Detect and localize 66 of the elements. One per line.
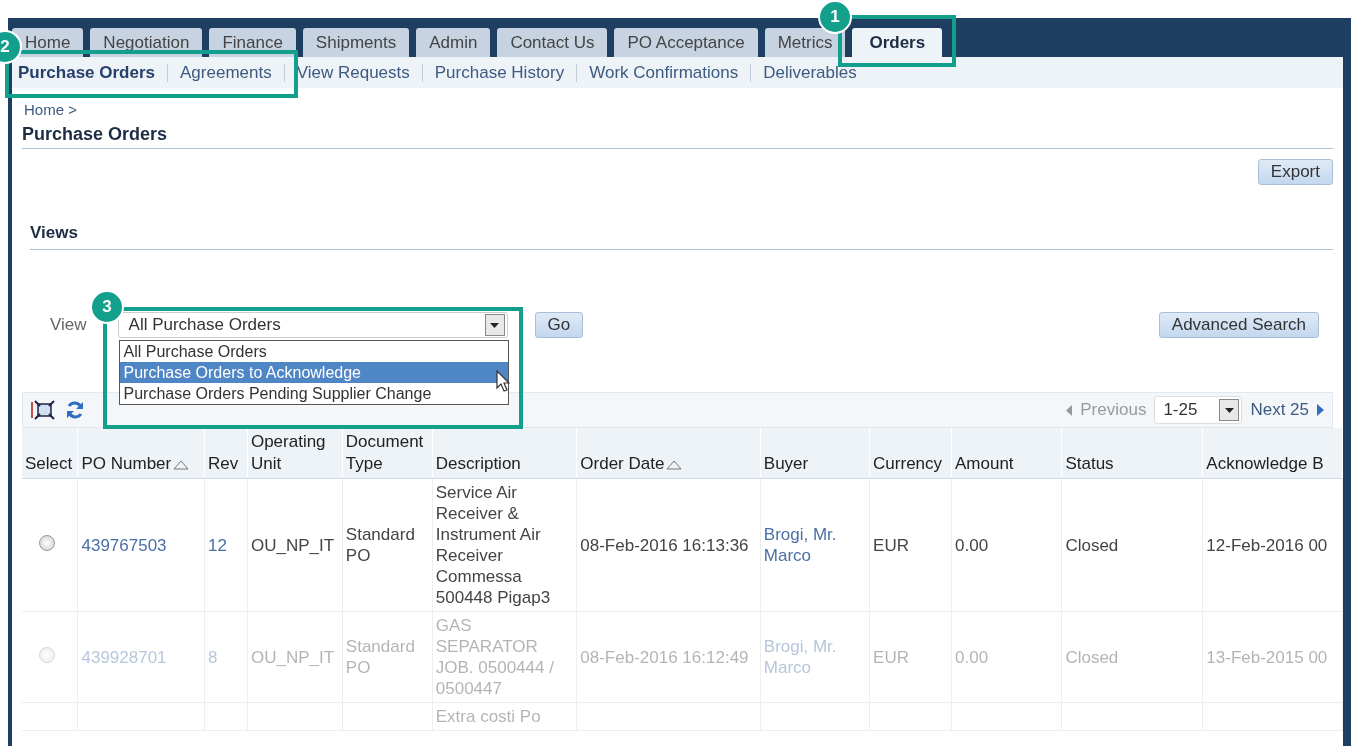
view-select[interactable]: All Purchase Orders bbox=[117, 312, 508, 338]
nav-tab[interactable]: Admin bbox=[416, 28, 491, 57]
advanced-search-button[interactable]: Advanced Search bbox=[1158, 312, 1319, 338]
column-header: Amount bbox=[951, 428, 1062, 479]
table-cell-text: GAS SEPARATOR JOB. 0500444 / 0500447 bbox=[435, 615, 555, 699]
column-header: Status bbox=[1061, 428, 1203, 479]
dropdown-arrow-icon bbox=[490, 322, 500, 328]
subtab-link[interactable]: Deliverables bbox=[763, 62, 857, 83]
breadcrumb-link[interactable]: Home > bbox=[24, 101, 77, 118]
column-header: Select bbox=[22, 428, 78, 479]
dropdown-option[interactable]: Purchase Orders to Acknowledge bbox=[119, 362, 508, 383]
table-cell-text: Service Air Receiver & Instrument Air Receiver Commessa 500448 Pigap3 bbox=[435, 482, 552, 608]
column-header: Document Type bbox=[342, 428, 433, 479]
column-header: Operating Unit bbox=[247, 428, 343, 479]
table-cell-text: Standard PO bbox=[345, 636, 416, 678]
next-link[interactable]: Next 25 bbox=[1250, 400, 1309, 420]
table-cell-text: Closed bbox=[1065, 534, 1120, 556]
table-cell-text: Standard PO bbox=[345, 524, 416, 566]
cell-link[interactable]: 439767503 bbox=[81, 534, 201, 556]
cell-link[interactable]: Brogi, Mr. Marco bbox=[763, 524, 867, 566]
table-cell-text: 08-Feb-2016 16:13:36 bbox=[580, 534, 750, 556]
column-header: Acknowledge B bbox=[1202, 428, 1343, 479]
table-cell-text: 0.00 bbox=[955, 534, 990, 556]
table-cell-text: 13-Feb-2015 00 bbox=[1206, 646, 1329, 668]
table-cell-text: Closed bbox=[1065, 646, 1120, 668]
table-cell-text: OU_NP_IT bbox=[250, 646, 336, 668]
dropdown-arrow-icon bbox=[1224, 407, 1234, 413]
step-badge: 1 bbox=[818, 0, 852, 34]
table-cell-text: 12-Feb-2016 00 bbox=[1206, 534, 1329, 556]
table-cell-text: 08-Feb-2016 16:12:49 bbox=[580, 646, 750, 668]
section-heading: Views bbox=[30, 223, 1333, 250]
page-heading: Purchase Orders bbox=[22, 124, 1333, 149]
nav-tab[interactable]: Orders bbox=[852, 28, 943, 58]
nav-tab[interactable]: PO Acceptance bbox=[614, 28, 758, 57]
column-header: Description bbox=[432, 428, 577, 479]
dropdown-option[interactable]: Purchase Orders Pending Supplier Change bbox=[119, 383, 508, 404]
sort-icon[interactable] bbox=[666, 460, 683, 470]
export-button[interactable]: Export bbox=[1257, 159, 1333, 185]
column-header: Currency bbox=[869, 428, 952, 479]
refresh-icon[interactable] bbox=[65, 400, 85, 420]
cell-link[interactable]: 12 bbox=[208, 534, 244, 556]
field-label: View bbox=[50, 315, 87, 335]
column-header: Rev bbox=[204, 428, 248, 479]
detach-icon[interactable] bbox=[31, 399, 57, 421]
previous-arrow-icon bbox=[1066, 404, 1073, 416]
table-cell-text: Extra costi Po bbox=[435, 706, 542, 727]
dropdown-option[interactable]: All Purchase Orders bbox=[119, 341, 508, 362]
range-select[interactable]: 1-25 bbox=[1154, 396, 1243, 424]
go-button[interactable]: Go bbox=[534, 312, 584, 338]
subtab-link[interactable]: Work Confirmations bbox=[589, 62, 739, 83]
subtab-link[interactable]: Purchase Orders bbox=[18, 62, 155, 83]
column-header[interactable]: PO Number bbox=[77, 428, 205, 479]
table-cell-text: OU_NP_IT bbox=[250, 534, 336, 556]
sort-icon[interactable] bbox=[173, 460, 190, 470]
table-cell-text: 0.00 bbox=[955, 646, 990, 668]
select-radio[interactable] bbox=[39, 534, 55, 551]
subtab-link[interactable]: Purchase History bbox=[434, 62, 565, 83]
nav-tab[interactable]: Contact Us bbox=[497, 28, 608, 57]
subtab-link[interactable]: View Requests bbox=[296, 62, 410, 83]
nav-tab[interactable]: Shipments bbox=[302, 28, 410, 57]
column-header: Buyer bbox=[760, 428, 870, 479]
column-header[interactable]: Order Date bbox=[576, 428, 761, 479]
next-arrow-icon bbox=[1317, 404, 1324, 416]
table-cell-text: EUR bbox=[873, 646, 910, 668]
table-cell-text: EUR bbox=[873, 534, 910, 556]
subtab-link[interactable]: Agreements bbox=[180, 62, 272, 83]
